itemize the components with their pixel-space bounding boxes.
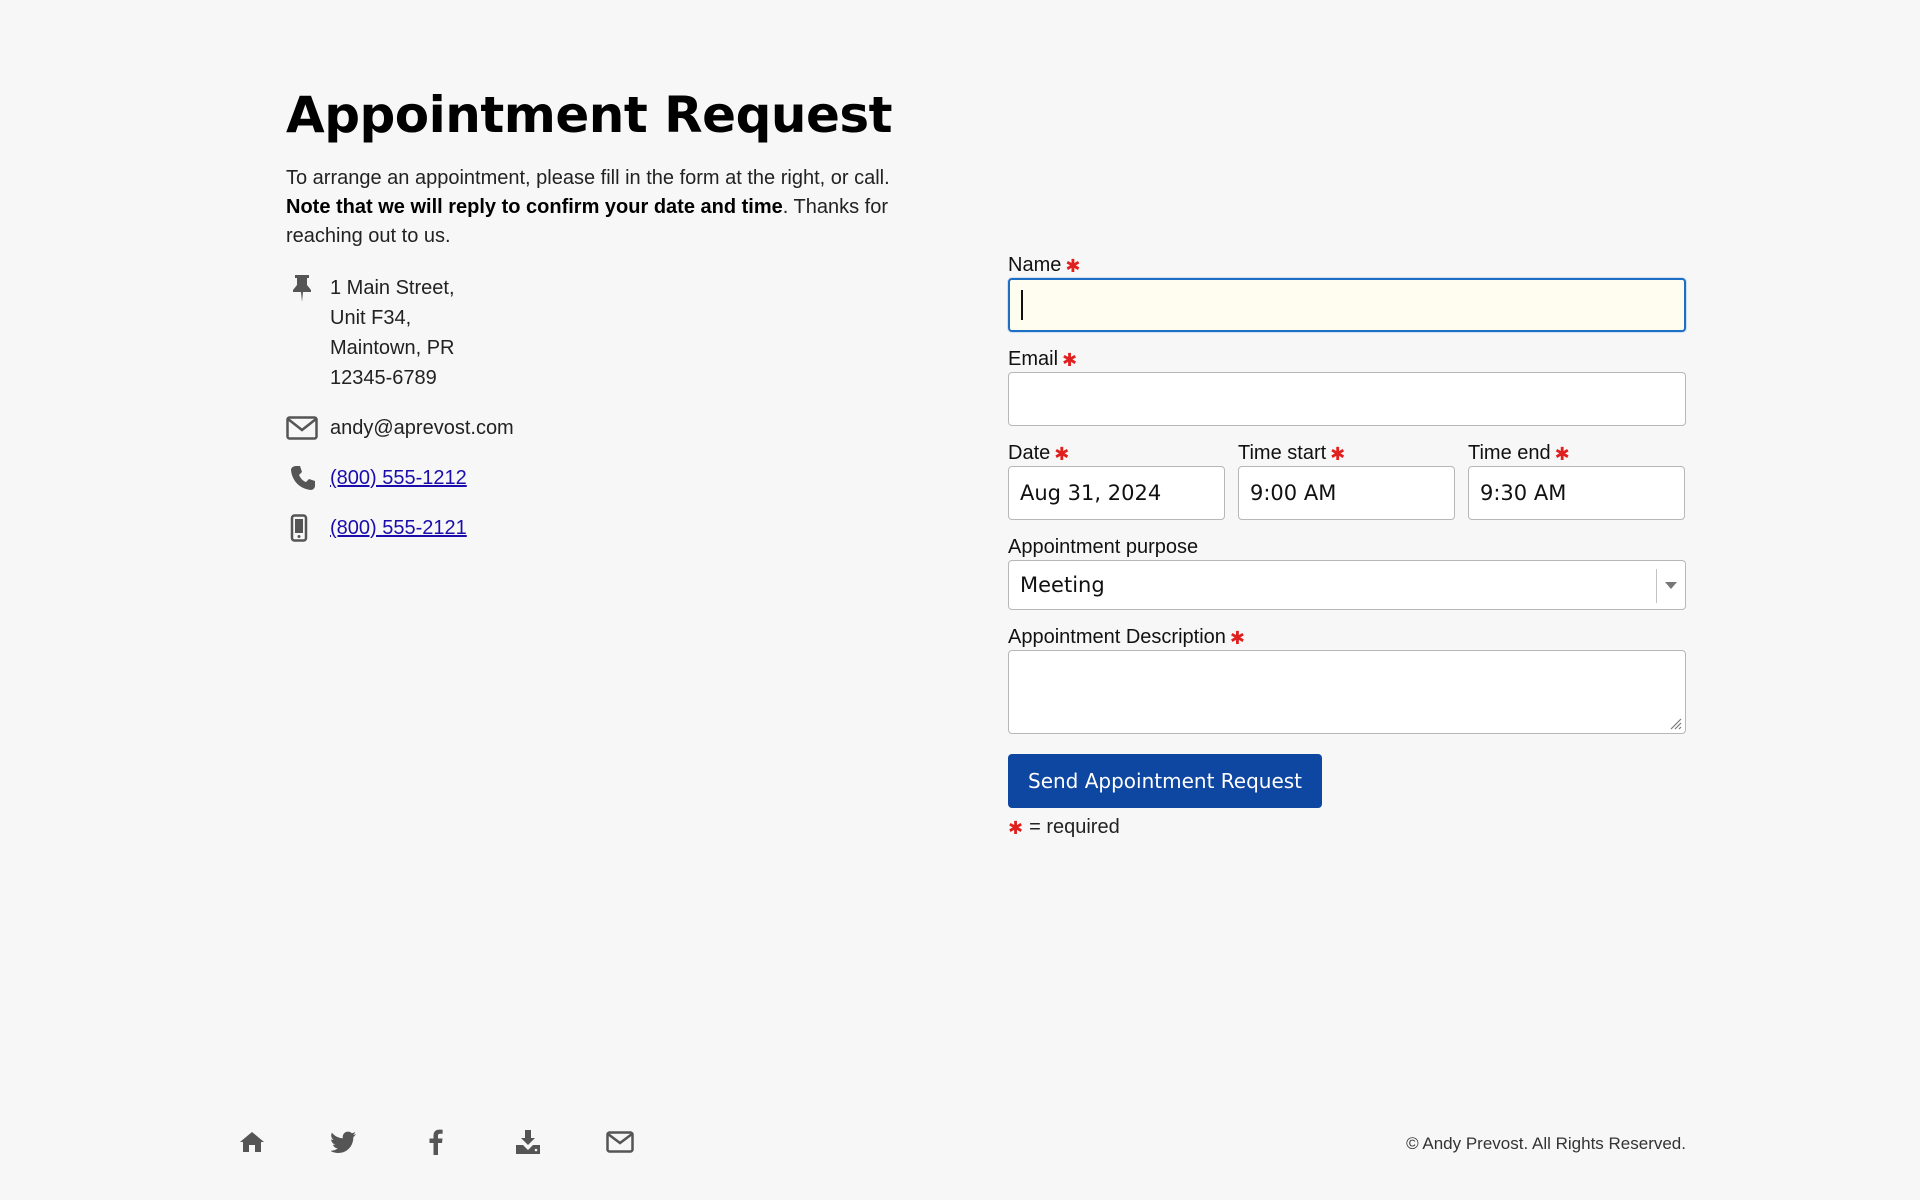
page: Appointment Request To arrange an appoin… [0,0,1920,1200]
resize-handle-icon[interactable] [1668,716,1682,730]
address-line: 1 Main Street, [330,277,455,299]
intro-text: To arrange an appointment, please fill i… [286,164,896,251]
copyright-text: © Andy Prevost. All Rights Reserved. [1406,1134,1686,1153]
purpose-select-value: Meeting [1020,573,1105,597]
select-divider [1656,569,1657,603]
twitter-icon[interactable] [330,1128,358,1156]
email-input[interactable] [1008,372,1686,426]
mobile-row: (800) 555-2121 [286,513,906,543]
time-start-label-text: Time start [1238,442,1327,464]
envelope-icon [286,413,330,443]
description-textarea[interactable] [1008,650,1686,734]
email-row: andy@aprevost.com [286,413,906,443]
pin-icon [286,273,330,303]
required-legend: ✱ = required [1008,816,1686,839]
intro-column: Appointment Request To arrange an appoin… [286,86,906,563]
email-label: Email ✱ [1008,346,1686,372]
envelope-icon[interactable] [606,1128,634,1156]
address-line: Maintown, PR [330,337,455,359]
time-start-label: Time start ✱ [1238,440,1455,466]
required-icon: ✱ [1229,628,1245,648]
name-label: Name ✱ [1008,252,1686,278]
intro-text-before: To arrange an appointment, please fill i… [286,167,890,189]
chevron-down-icon [1665,582,1677,589]
phone-link[interactable]: (800) 555-1212 [330,463,467,493]
required-icon: ✱ [1554,444,1570,464]
phone-row: (800) 555-1212 [286,463,906,493]
required-icon: ✱ [1065,256,1081,276]
time-end-label: Time end ✱ [1468,440,1685,466]
required-icon: ✱ [1054,444,1070,464]
address: 1 Main Street, Unit F34, Maintown, PR 12… [330,273,455,393]
footer-nav [238,1128,634,1156]
appointment-form: Name ✱ Email ✱ Date ✱ Aug 31, 2024 Time sta… [1008,252,1686,839]
contact-info: 1 Main Street, Unit F34, Maintown, PR 12… [286,273,906,543]
text-cursor [1021,290,1023,320]
name-label-text: Name [1008,254,1062,276]
name-input[interactable] [1008,278,1686,332]
time-start-input[interactable]: 9:00 AM [1238,466,1455,520]
date-time-row: Date ✱ Aug 31, 2024 Time start ✱ 9:00 AM T… [1008,440,1686,534]
time-end-field: Time end ✱ 9:30 AM [1468,440,1685,534]
mobile-link[interactable]: (800) 555-2121 [330,513,467,543]
send-appointment-request-button[interactable]: Send Appointment Request [1008,754,1323,808]
address-row: 1 Main Street, Unit F34, Maintown, PR 12… [286,273,906,393]
purpose-select[interactable]: Meeting [1008,560,1686,610]
description-label: Appointment Description ✱ [1008,624,1686,650]
download-icon[interactable] [514,1128,542,1156]
required-legend-text: = required [1029,816,1120,838]
required-icon: ✱ [1062,350,1078,370]
time-end-input[interactable]: 9:30 AM [1468,466,1685,520]
mobile-icon [286,513,330,543]
required-icon: ✱ [1008,818,1024,838]
phone-icon [286,463,330,493]
facebook-icon[interactable] [422,1128,450,1156]
address-line: 12345-6789 [330,367,437,389]
date-label-text: Date [1008,442,1051,464]
date-input[interactable]: Aug 31, 2024 [1008,466,1225,520]
date-label: Date ✱ [1008,440,1225,466]
purpose-label: Appointment purpose [1008,536,1199,558]
address-line: Unit F34, [330,307,412,329]
time-end-label-text: Time end [1468,442,1551,464]
home-icon[interactable] [238,1128,266,1156]
description-label-text: Appointment Description [1008,626,1226,648]
intro-text-bold: Note that we will reply to confirm your … [286,196,783,218]
email-label-text: Email [1008,348,1059,370]
time-start-field: Time start ✱ 9:00 AM [1238,440,1455,534]
date-field: Date ✱ Aug 31, 2024 [1008,440,1225,534]
contact-email: andy@aprevost.com [330,417,514,439]
required-icon: ✱ [1330,444,1346,464]
page-title: Appointment Request [286,86,893,144]
